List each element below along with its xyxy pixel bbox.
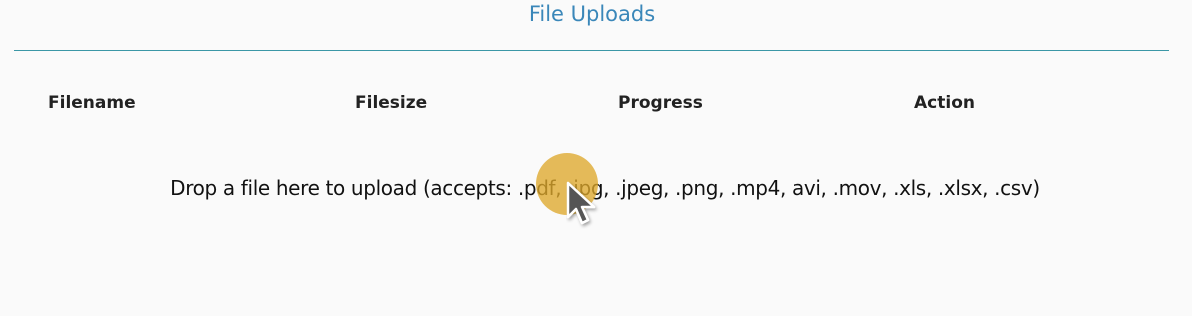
column-header-filesize: Filesize	[355, 93, 428, 113]
drop-zone-instructions: Drop a file here to upload (accepts: .pd…	[170, 176, 1040, 200]
column-header-progress: Progress	[618, 93, 703, 113]
file-uploads-panel: File Uploads Filename Filesize Progress …	[0, 0, 1192, 316]
column-header-filename: Filename	[48, 93, 136, 113]
column-header-action: Action	[914, 93, 975, 113]
page-title: File Uploads	[528, 2, 656, 26]
title-divider	[14, 50, 1169, 51]
file-drop-zone[interactable]: Drop a file here to upload (accepts: .pd…	[14, 140, 1169, 240]
